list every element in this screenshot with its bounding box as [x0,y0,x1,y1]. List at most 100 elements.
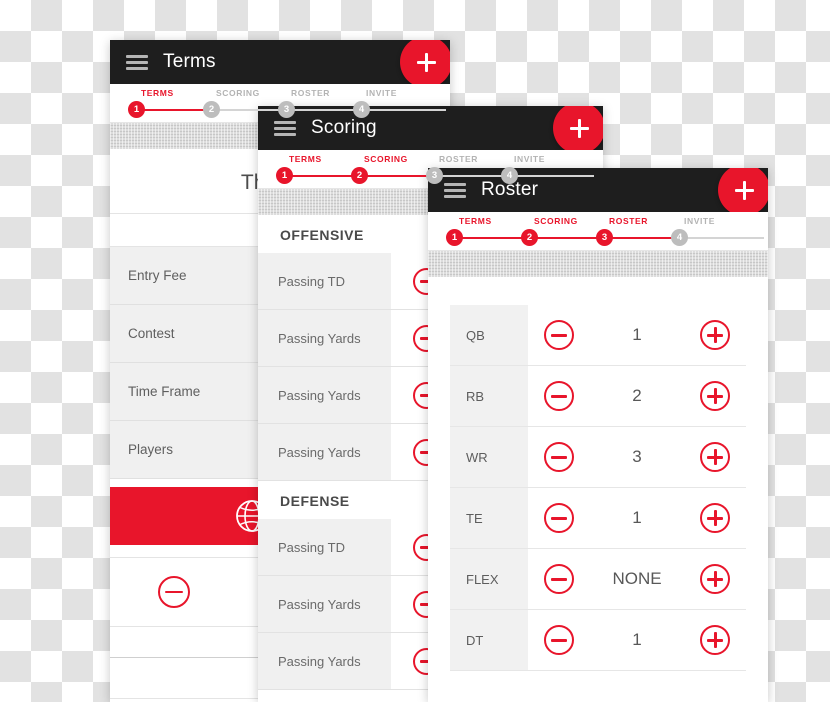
position-count: 1 [632,630,642,649]
page-title: Scoring [311,117,377,138]
table-row[interactable]: QB 1 [450,305,746,366]
terms-header: Terms [110,40,450,88]
page-title: Terms [163,51,216,72]
position-count: 2 [632,386,642,405]
step-label: INVITE [514,154,545,164]
position-label: WR [450,427,528,487]
step-label: TERMS [289,154,322,164]
step-label: TERMS [459,216,492,226]
position-label: TE [450,488,528,548]
plus-circle-icon[interactable] [700,625,730,655]
step-label: INVITE [684,216,715,226]
increment-cell [684,503,746,533]
roster-texture-gap [428,251,768,277]
add-button[interactable] [400,40,450,88]
step-number: 3 [426,167,443,184]
position-count: 1 [632,508,642,527]
table-row[interactable]: FLEX NONE [450,549,746,610]
minus-circle-icon[interactable] [544,381,574,411]
increment-cell [684,381,746,411]
increment-cell [684,442,746,472]
decrement-cell [528,442,590,472]
row-label: Passing Yards [258,633,391,689]
step-label: ROSTER [609,216,649,226]
step-number: 3 [278,101,295,118]
minus-circle-icon[interactable] [544,625,574,655]
row-label: Passing Yards [258,310,391,366]
minus-circle-icon[interactable] [544,564,574,594]
step-label: ROSTER [291,88,331,98]
table-row[interactable]: TE 1 [450,488,746,549]
decrement-cell [528,503,590,533]
step-connector [509,174,594,177]
scoring-header: Scoring [258,106,603,154]
decrement-cell [528,381,590,411]
position-count: 3 [632,447,642,466]
decrement-cell [528,625,590,655]
step-connector [679,236,764,239]
table-row[interactable]: RB 2 [450,366,746,427]
position-label: QB [450,305,528,365]
hamburger-icon[interactable] [444,182,466,198]
step-label: TERMS [141,88,174,98]
step-number: 3 [596,229,613,246]
roster-top-pad [428,277,768,305]
row-label: Passing Yards [258,424,391,480]
minus-circle-icon[interactable] [158,576,190,608]
row-label: Time Frame [128,384,201,399]
row-label: Passing TD [258,519,391,575]
plus-icon [734,180,754,200]
step-label: SCORING [534,216,578,226]
plus-circle-icon[interactable] [700,381,730,411]
step-label: INVITE [366,88,397,98]
step-number: 1 [276,167,293,184]
minus-circle-icon[interactable] [544,442,574,472]
position-count: 1 [632,325,642,344]
step-number: 4 [353,101,370,118]
add-button[interactable] [718,168,768,216]
table-row[interactable]: DT 1 [450,610,746,671]
roster-body: QB 1 RB 2 WR 3 TE 1 FLEX NONE DT 1 [428,277,768,702]
step-number: 4 [501,167,518,184]
step-label: SCORING [216,88,260,98]
plus-circle-icon[interactable] [700,503,730,533]
position-label: DT [450,610,528,670]
position-label: FLEX [450,549,528,609]
step-number: 2 [203,101,220,118]
panel-roster: Roster TERMS 1 SCORING 2 ROSTER 3 INVITE… [428,168,768,702]
hamburger-icon[interactable] [126,54,148,70]
roster-stepper: TERMS 1 SCORING 2 ROSTER 3 INVITE 4 [428,212,768,251]
step-number: 4 [671,229,688,246]
plus-circle-icon[interactable] [700,564,730,594]
row-label: Players [128,442,174,457]
row-label: Contest [128,326,175,341]
step-label: ROSTER [439,154,479,164]
plus-icon [569,118,589,138]
step-number: 2 [521,229,538,246]
position-label: RB [450,366,528,426]
step-connector [361,108,446,111]
decrement-cell [528,564,590,594]
plus-icon [416,52,436,72]
increment-cell [684,564,746,594]
table-row[interactable]: WR 3 [450,427,746,488]
roster-table: QB 1 RB 2 WR 3 TE 1 FLEX NONE DT 1 [428,305,768,671]
row-label: Passing Yards [258,367,391,423]
step-number: 1 [128,101,145,118]
step-number: 1 [446,229,463,246]
minus-circle-icon[interactable] [544,503,574,533]
plus-circle-icon[interactable] [700,320,730,350]
step-label: SCORING [364,154,408,164]
step-number: 2 [351,167,368,184]
row-label: Passing TD [258,253,391,309]
position-count: NONE [612,569,662,588]
hamburger-icon[interactable] [274,120,296,136]
add-button[interactable] [553,106,603,154]
row-label: Passing Yards [258,576,391,632]
increment-cell [684,320,746,350]
plus-circle-icon[interactable] [700,442,730,472]
row-label: Entry Fee [128,268,187,283]
decrement-cell [528,320,590,350]
minus-circle-icon[interactable] [544,320,574,350]
increment-cell [684,625,746,655]
